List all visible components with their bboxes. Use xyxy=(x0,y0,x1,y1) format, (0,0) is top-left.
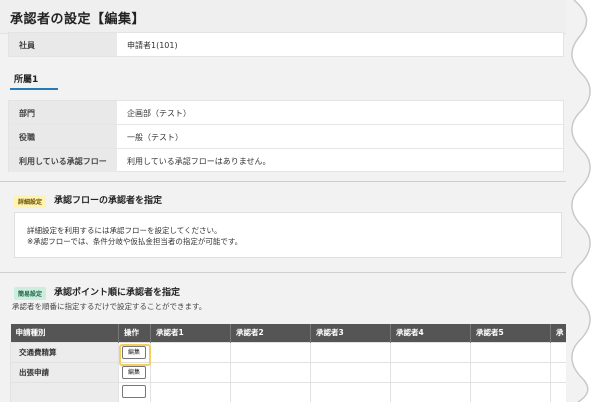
table-row: 交通費精算 編集 xyxy=(10,341,572,363)
approver-cell[interactable] xyxy=(390,341,471,363)
torn-edge-decoration xyxy=(566,0,591,402)
approver-cell[interactable] xyxy=(390,381,471,402)
detail-note-line-2: ※承認フローでは、条件分岐や仮払金担当者の指定が可能です。 xyxy=(27,237,243,246)
header-approver-1: 承認者1 xyxy=(150,324,231,342)
detail-note-line-1: 詳細設定を利用するには承認フローを設定してください。 xyxy=(27,226,222,235)
section-divider-1 xyxy=(0,181,572,182)
header-approver-2: 承認者2 xyxy=(230,324,311,342)
detail-section-title: 承認フローの承認者を指定 xyxy=(54,196,163,206)
edit-button-highlight xyxy=(119,344,151,366)
employee-row: 社員 申請者1(101) xyxy=(9,33,563,57)
header-approver-4: 承認者4 xyxy=(390,324,471,342)
header-approver-5: 承認者5 xyxy=(470,324,551,342)
employee-label: 社員 xyxy=(9,33,117,56)
approval-flow-label: 利用している承認フロー xyxy=(9,149,117,172)
approver-cell[interactable] xyxy=(390,361,471,383)
approver-cell[interactable] xyxy=(310,361,391,383)
detail-note-box: 詳細設定を利用するには承認フローを設定してください。 ※承認フローでは、条件分岐… xyxy=(14,212,562,258)
table-header-row: 申請種別 操作 承認者1 承認者2 承認者3 承認者4 承認者5 承 xyxy=(10,324,572,342)
position-value: 一般（テスト） xyxy=(127,133,183,142)
department-row: 部門 企画部（テスト） xyxy=(9,101,563,125)
approver-cell[interactable] xyxy=(150,341,231,363)
simple-section-subtitle: 承認者を順番に指定するだけで設定することができます。 xyxy=(12,302,207,311)
approver-cell[interactable] xyxy=(230,341,311,363)
section-divider-2 xyxy=(0,272,572,273)
tab-affiliation-1[interactable]: 所屬1 xyxy=(14,72,38,85)
simple-settings-badge: 簡易設定 xyxy=(14,287,47,300)
tab-active-indicator xyxy=(10,88,58,90)
page: 承認者の設定【編集】 社員 申請者1(101) 所屬1 部門 企画部（テスト） … xyxy=(0,0,572,402)
edit-button-partial[interactable] xyxy=(122,384,146,398)
employee-value: 申請者1(101) xyxy=(127,41,178,50)
approver-cell[interactable] xyxy=(230,361,311,383)
simple-section-title: 承認ポイント順に承認者を指定 xyxy=(54,288,181,298)
employee-panel: 社員 申請者1(101) xyxy=(8,32,564,57)
approver-cell[interactable] xyxy=(470,361,551,383)
table-row: 出張申請 編集 xyxy=(10,361,572,383)
approver-cell[interactable] xyxy=(150,361,231,383)
approval-flow-value: 利用している承認フローはありません。 xyxy=(127,157,271,166)
row-type-business-trip: 出張申請 xyxy=(10,361,119,383)
department-value: 企画部（テスト） xyxy=(127,109,191,118)
row-type-transport: 交通費精算 xyxy=(10,341,119,363)
header-application-type: 申請種別 xyxy=(10,324,119,342)
approver-cell[interactable] xyxy=(150,381,231,402)
approver-cell[interactable] xyxy=(470,381,551,402)
page-title: 承認者の設定【編集】 xyxy=(10,12,146,27)
approval-flow-row: 利用している承認フロー 利用している承認フローはありません。 xyxy=(9,149,563,173)
table-row xyxy=(10,381,572,402)
approver-cell[interactable] xyxy=(310,341,391,363)
detail-settings-badge: 詳細設定 xyxy=(14,195,47,208)
row-type-partial xyxy=(10,381,119,402)
affiliation-panel: 部門 企画部（テスト） 役職 一般（テスト） 利用している承認フロー 利用してい… xyxy=(8,100,564,172)
approver-cell[interactable] xyxy=(230,381,311,402)
position-label: 役職 xyxy=(9,125,117,148)
title-bar: 承認者の設定【編集】 xyxy=(0,0,572,34)
edit-button-business-trip[interactable]: 編集 xyxy=(122,365,146,379)
department-label: 部門 xyxy=(9,101,117,124)
approver-table: 申請種別 操作 承認者1 承認者2 承認者3 承認者4 承認者5 承 交通費精算… xyxy=(10,324,572,402)
header-approver-3: 承認者3 xyxy=(310,324,391,342)
approver-cell[interactable] xyxy=(470,341,551,363)
position-row: 役職 一般（テスト） xyxy=(9,125,563,149)
header-operation: 操作 xyxy=(118,324,151,342)
approver-cell[interactable] xyxy=(310,381,391,402)
